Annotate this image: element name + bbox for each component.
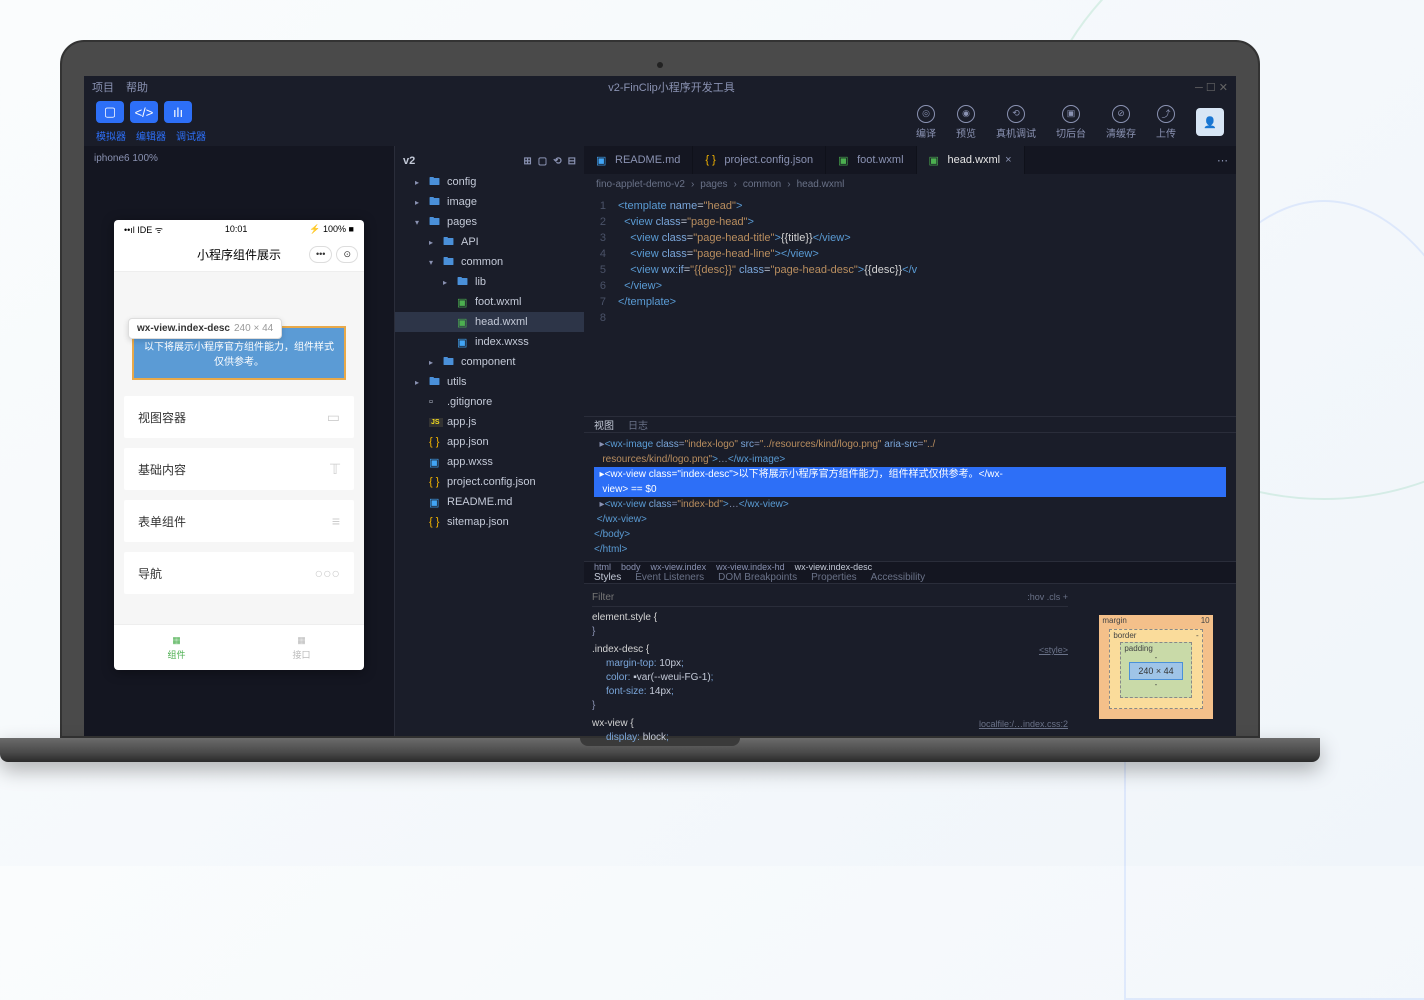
tree-node[interactable]: ▣head.wxml <box>395 312 584 332</box>
tree-node[interactable]: ▾🖿pages <box>395 212 584 232</box>
dom-crumb[interactable]: wx-view.index-desc <box>795 562 873 572</box>
file-explorer: v2 ⊞ ▢ ⟲ ⊟ ▸🖿config▸🖿image▾🖿pages▸🖿API▾🖿… <box>394 146 584 736</box>
tree-node[interactable]: { }sitemap.json <box>395 512 584 532</box>
tree-node[interactable]: ▣README.md <box>395 492 584 512</box>
btn-editor[interactable]: </> <box>130 101 158 123</box>
devtools-panel: 视图 日志 ▸<wx-image class="index-logo" src=… <box>584 416 1236 736</box>
phone-preview: ••ıl IDE ᯤ 10:01 ⚡ 100% ■ 小程序组件展示 ••• ⊙ <box>114 220 364 670</box>
tree-node[interactable]: ▣app.wxss <box>395 452 584 472</box>
tree-node[interactable]: ▫.gitignore <box>395 392 584 412</box>
tabbar-item[interactable]: ▦接口 <box>239 625 364 670</box>
new-file-icon[interactable]: ⊞ <box>523 156 531 167</box>
dom-crumb[interactable]: html <box>594 562 611 572</box>
status-battery: ⚡ 100% ■ <box>309 224 354 235</box>
breadcrumb-item[interactable]: pages <box>700 179 727 190</box>
action-清缓存[interactable]: ⊘清缓存 <box>1106 105 1136 140</box>
btn-debugger[interactable]: ılı <box>164 101 192 123</box>
devtools-panel-tab[interactable]: Accessibility <box>871 572 925 583</box>
capsule-menu[interactable]: ••• <box>309 246 332 263</box>
close-icon[interactable]: × <box>1005 154 1011 166</box>
window-controls[interactable]: ─ ☐ ✕ <box>1195 81 1228 94</box>
btn-simulator[interactable]: ▢ <box>96 101 124 123</box>
dt-tab-log[interactable]: 日志 <box>628 417 648 432</box>
menubar: 项目 帮助 v2-FinClip小程序开发工具 ─ ☐ ✕ <box>84 76 1236 98</box>
tree-node[interactable]: ▣index.wxss <box>395 332 584 352</box>
dom-crumb[interactable]: wx-view.index <box>651 562 707 572</box>
tab-more-icon[interactable]: ⋯ <box>1209 146 1236 174</box>
breadcrumb-item[interactable]: common <box>743 179 781 190</box>
tree-node[interactable]: ▸🖿image <box>395 192 584 212</box>
styles-pane[interactable]: :hov .cls + element.style {} <style> .in… <box>584 584 1076 749</box>
menu-help[interactable]: 帮助 <box>126 79 148 95</box>
devtools-panel-tab[interactable]: DOM Breakpoints <box>718 572 797 583</box>
devtools-panel-tab[interactable]: Styles <box>594 572 621 583</box>
ide-window: 项目 帮助 v2-FinClip小程序开发工具 ─ ☐ ✕ ▢ </> ılı … <box>84 76 1236 736</box>
editor-tab[interactable]: { }project.config.json <box>693 146 826 174</box>
editor-area: ▣README.md{ }project.config.json▣foot.wx… <box>584 146 1236 736</box>
phone-nav-title: 小程序组件展示 <box>197 246 281 263</box>
window-title: v2-FinClip小程序开发工具 <box>160 79 1183 95</box>
menu-project[interactable]: 项目 <box>92 79 114 95</box>
breadcrumb-item[interactable]: fino-applet-demo-v2 <box>596 179 685 190</box>
editor-tab[interactable]: ▣README.md <box>584 146 693 174</box>
list-item[interactable]: 基础内容𝕋 <box>124 448 354 490</box>
styles-filter-input[interactable] <box>592 590 1027 604</box>
devtools-panel-tab[interactable]: Event Listeners <box>635 572 704 583</box>
dt-tab-view[interactable]: 视图 <box>594 417 614 432</box>
tree-node[interactable]: ▸🖿lib <box>395 272 584 292</box>
action-预览[interactable]: ◉预览 <box>956 105 976 140</box>
status-signal: ••ıl IDE ᯤ <box>124 223 163 236</box>
tabbar-item[interactable]: ▦组件 <box>114 625 239 670</box>
filter-controls[interactable]: :hov .cls + <box>1027 590 1068 604</box>
action-编译[interactable]: ◎编译 <box>916 105 936 140</box>
label-simulator: 模拟器 <box>96 128 126 143</box>
label-editor: 编辑器 <box>136 128 166 143</box>
tree-node[interactable]: ▸🖿API <box>395 232 584 252</box>
action-切后台[interactable]: ▣切后台 <box>1056 105 1086 140</box>
action-上传[interactable]: ⤴上传 <box>1156 105 1176 140</box>
tree-node[interactable]: ▸🖿component <box>395 352 584 372</box>
toolbar: ▢ </> ılı 模拟器 编辑器 调试器 ◎编译 ◉预览 ⟲真机调试 ▣切后台 ⊘清缓… <box>84 98 1236 146</box>
tree-node[interactable]: ▸🖿utils <box>395 372 584 392</box>
capsule-close[interactable]: ⊙ <box>336 246 358 263</box>
inspector-tooltip: wx-view.index-desc240 × 44 <box>128 318 282 339</box>
laptop-frame: 项目 帮助 v2-FinClip小程序开发工具 ─ ☐ ✕ ▢ </> ılı … <box>60 40 1260 762</box>
collapse-icon[interactable]: ⊟ <box>568 156 576 167</box>
list-item[interactable]: 视图容器▭ <box>124 396 354 438</box>
list-item[interactable]: 表单组件≡ <box>124 500 354 542</box>
status-time: 10:01 <box>225 224 248 234</box>
simulator-panel: iphone6 100% ••ıl IDE ᯤ 10:01 ⚡ 100% ■ 小… <box>84 146 394 736</box>
dom-crumb[interactable]: body <box>621 562 641 572</box>
tree-node[interactable]: ▾🖿common <box>395 252 584 272</box>
breadcrumb-item[interactable]: head.wxml <box>797 179 845 190</box>
new-folder-icon[interactable]: ▢ <box>538 156 547 167</box>
simulator-device-info: iphone6 100% <box>84 146 394 170</box>
devtools-panel-tab[interactable]: Properties <box>811 572 857 583</box>
dom-tree[interactable]: ▸<wx-image class="index-logo" src="../re… <box>584 433 1236 561</box>
tree-root[interactable]: v2 ⊞ ▢ ⟲ ⊟ <box>395 150 584 172</box>
tree-node[interactable]: { }app.json <box>395 432 584 452</box>
label-debugger: 调试器 <box>176 128 206 143</box>
code-editor[interactable]: 1<template name="head">2 <view class="pa… <box>584 194 1236 416</box>
dom-crumb[interactable]: wx-view.index-hd <box>716 562 785 572</box>
tree-node[interactable]: ▸🖿config <box>395 172 584 192</box>
camera-dot <box>657 62 663 68</box>
editor-tab[interactable]: ▣foot.wxml <box>826 146 916 174</box>
list-item[interactable]: 导航○○○ <box>124 552 354 594</box>
tree-node[interactable]: JSapp.js <box>395 412 584 432</box>
action-真机调试[interactable]: ⟲真机调试 <box>996 105 1036 140</box>
avatar[interactable]: 👤 <box>1196 108 1224 136</box>
box-model: margin 10 border - padding - 240 × 4 <box>1076 584 1236 749</box>
tree-node[interactable]: ▣foot.wxml <box>395 292 584 312</box>
tree-node[interactable]: { }project.config.json <box>395 472 584 492</box>
editor-tab[interactable]: ▣head.wxml× <box>917 146 1025 174</box>
refresh-icon[interactable]: ⟲ <box>553 156 561 167</box>
